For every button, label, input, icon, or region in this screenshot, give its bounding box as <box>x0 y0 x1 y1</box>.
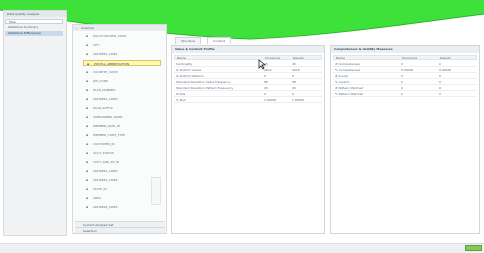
tree-item-label: AREA <box>93 196 102 200</box>
tree-item-label: CUST_AND_RP_ID <box>93 160 120 164</box>
tree-item-label: PLAN_NUMBER <box>93 88 116 92</box>
completeness-grid-header: Name Procedure Results <box>333 55 477 60</box>
bullet-icon: ▪ <box>86 151 89 155</box>
tree-item[interactable]: ▪ MEMBER_CONT_TYPE <box>83 132 161 138</box>
footer-bar <box>0 243 484 253</box>
tree-item-label: ADDRESS_LINE4 <box>93 178 118 182</box>
tree-header-label: Columns <box>81 26 95 30</box>
value-profile-title: Value & Content Profile <box>172 46 324 53</box>
tree-item[interactable]: ▪ PLAN_NUMBER <box>83 87 161 93</box>
expand-icon: − <box>75 26 78 30</box>
mouse-pointer-icon <box>258 59 266 70</box>
tree-item[interactable]: ▪ ACCT_STATUS <box>83 150 161 156</box>
tree-item-label: POLICYHOLDER_CODE <box>93 34 127 38</box>
bullet-icon: ▪ <box>86 178 89 182</box>
tree-item[interactable]: ▪ STATE_ID <box>83 186 161 192</box>
row-results-cell: 1.00000 <box>292 98 305 102</box>
tree-item[interactable]: ▪ ADDRESS_LINE3 <box>83 96 161 102</box>
bullet-icon: ▪ <box>86 79 89 83</box>
tree-item[interactable]: ▪ ADDRESS_LINE5 <box>83 204 161 210</box>
tree-item[interactable]: ▪ MEMBER_DATE_ID <box>83 123 161 129</box>
tree-group-selection[interactable]: Selection <box>75 227 165 233</box>
tab-content[interactable]: Content <box>207 37 231 44</box>
row-name-cell: % Pattern Matched <box>335 92 364 96</box>
tree-item[interactable]: ▪ PLAN_SUFFIX <box>83 105 161 111</box>
tree-item[interactable]: ▪ ADDRESS_LINE1 <box>83 51 161 57</box>
bullet-icon: ▪ <box>87 62 90 66</box>
go-button[interactable] <box>465 245 482 251</box>
bullet-icon: ▪ <box>86 187 89 191</box>
tree-item[interactable]: ▪ POLICYHOLDER_CODE <box>83 33 161 39</box>
tree-item[interactable]: ▪ CITY <box>83 42 161 48</box>
value-content-profile-panel: Value & Content Profile Name Procedure R… <box>171 45 325 234</box>
bullet-icon: ▪ <box>86 115 89 119</box>
bullet-icon: ▪ <box>86 133 89 137</box>
tree-item-label: MEMBER_DATE_ID <box>93 124 121 128</box>
tree-item[interactable]: ▪ CUST_AND_RP_ID <box>83 159 161 165</box>
tree-item[interactable]: ▪ SUBSCRIBER_NAME <box>83 114 161 120</box>
left-item-statistical-differences[interactable]: Statistical Differences <box>5 31 63 36</box>
tree-item-label: ZIP_CODE <box>93 79 108 83</box>
tree-scrollbar[interactable] <box>151 177 161 205</box>
tree-item-label: ADDRESS_LINE2 <box>93 169 118 173</box>
bullet-icon: ▪ <box>86 169 89 173</box>
tab-structure[interactable]: Structure <box>175 37 201 44</box>
tree-item-label: ACCT_STATUS <box>93 151 114 155</box>
tree-item-label: MEMBER_CONT_TYPE <box>93 133 126 137</box>
bullet-icon: ▪ <box>86 70 89 74</box>
left-item-statistical-summary[interactable]: Statistical Summary <box>5 25 63 30</box>
tree-item[interactable]: ▪ COUNTRY_CODE <box>83 69 161 75</box>
tree-item-label: ADDRESS_LINE5 <box>93 205 118 209</box>
tree-item-label: ADDRESS_LINE1 <box>93 52 118 56</box>
row-name-cell: % Null <box>176 98 186 102</box>
bullet-icon: ▪ <box>86 124 89 128</box>
left-item-filter[interactable]: Filter <box>5 19 63 24</box>
completeness-title: Completeness & Validity Measures <box>331 46 479 53</box>
bullet-icon: ▪ <box>86 43 89 47</box>
bullet-icon: ▪ <box>86 88 89 92</box>
bullet-icon: ▪ <box>86 160 89 164</box>
tree-item[interactable]: ▪ POSTAL_ABBREVIATION <box>83 60 161 66</box>
tree-item-label: POSTAL_ABBREVIATION <box>94 62 130 66</box>
tree-header[interactable]: − Columns <box>73 25 166 31</box>
tree-item-label: ADDRESS_LINE3 <box>93 97 118 101</box>
bullet-icon: ▪ <box>86 205 89 209</box>
bullet-icon: ▪ <box>86 52 89 56</box>
table-row[interactable]: % Pattern Matched 0 0 <box>333 91 477 97</box>
tree-item-label: CITY <box>93 43 100 47</box>
tree-item-label: COUNTRY_CODE <box>93 70 118 74</box>
tree-item-label: PLAN_SUFFIX <box>93 106 113 110</box>
bullet-icon: ▪ <box>86 34 89 38</box>
bullet-icon: ▪ <box>86 196 89 200</box>
row-procedure-cell: 1.00000 <box>264 98 277 102</box>
row-procedure-cell: 0 <box>401 92 403 96</box>
tree-item[interactable]: ▪ ADDRESS_LINE4 <box>83 177 161 183</box>
completeness-validity-panel: Completeness & Validity Measures Name Pr… <box>330 45 480 234</box>
column-tree-panel: − Columns ▪ POLICYHOLDER_CODE ▪ CITY ▪ ADDRES… <box>72 24 167 234</box>
tree-item[interactable]: ▪ ZIP_CODE <box>83 78 161 84</box>
left-panel-header: Data Quality Analysis <box>4 11 66 17</box>
left-navigation-panel: Data Quality Analysis Filter Statistical… <box>3 10 67 236</box>
bullet-icon: ▪ <box>86 97 89 101</box>
bullet-icon: ▪ <box>86 142 89 146</box>
bullet-icon: ▪ <box>86 106 89 110</box>
tree-item-label: SUBSCRIBER_NAME <box>93 115 123 119</box>
tree-item[interactable]: ▪ ADDRESS_LINE2 <box>83 168 161 174</box>
tree-item-label: STATE_ID <box>93 187 107 191</box>
tree-item-label: CUSTOMER_ID <box>93 142 115 146</box>
value-profile-grid-header: Name Procedure Results <box>174 55 322 60</box>
row-results-cell: 0 <box>439 92 441 96</box>
tree-item[interactable]: ▪ AREA <box>83 195 161 201</box>
tree-item[interactable]: ▪ CUSTOMER_ID <box>83 141 161 147</box>
table-row[interactable]: % Null 1.00000 1.00000 <box>174 97 322 103</box>
